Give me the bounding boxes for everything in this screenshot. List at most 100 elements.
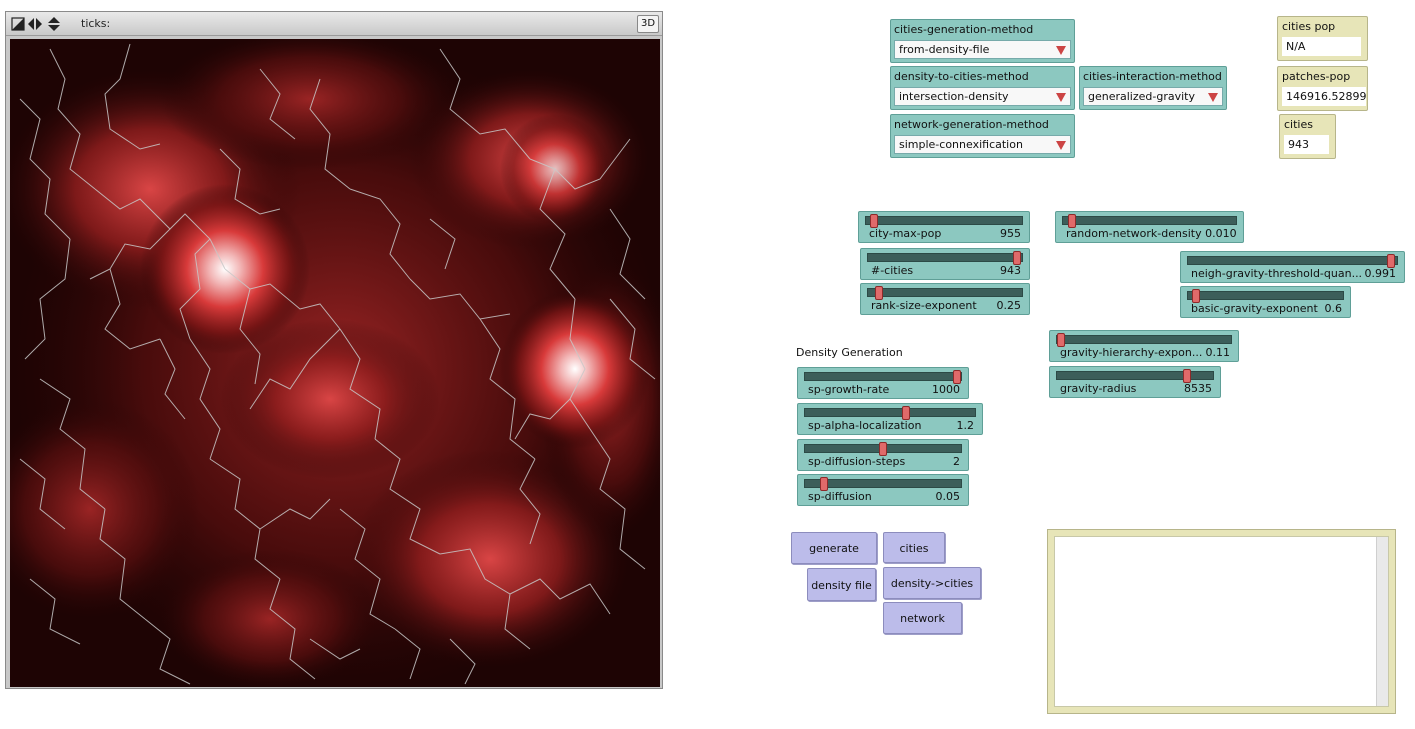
cities-generation-method-chooser[interactable]: cities-generation-method from-density-fi… xyxy=(890,19,1075,63)
view-toolbar: ticks: 3D xyxy=(6,12,662,36)
ticks-label: ticks: xyxy=(81,17,111,30)
monitor-value: 146916.52899 xyxy=(1282,87,1366,106)
slider-track[interactable] xyxy=(1187,289,1344,303)
monitor-label: patches-pop xyxy=(1282,70,1351,83)
slider-track[interactable] xyxy=(804,442,962,456)
slider-thumb[interactable] xyxy=(1387,254,1395,268)
sp-diffusion-steps-slider[interactable]: sp-diffusion-steps 2 xyxy=(797,439,969,471)
chooser-label: density-to-cities-method xyxy=(894,70,1029,83)
vertical-arrows-icon[interactable] xyxy=(47,17,61,31)
chooser-selected-value[interactable]: from-density-file xyxy=(894,40,1071,59)
slider-name: gravity-hierarchy-expon... xyxy=(1060,346,1203,359)
slider-track[interactable] xyxy=(804,406,976,420)
chooser-selected-value[interactable]: intersection-density xyxy=(894,87,1071,106)
cities-button[interactable]: cities xyxy=(883,532,945,563)
slider-value: 0.6 xyxy=(1324,302,1343,315)
slider-thumb[interactable] xyxy=(953,370,961,384)
chooser-label: network-generation-method xyxy=(894,118,1049,131)
neigh-gravity-threshold-slider[interactable]: neigh-gravity-threshold-quan... 0.991 xyxy=(1180,251,1405,283)
output-area xyxy=(1047,529,1396,714)
monitor-value: N/A xyxy=(1282,37,1361,56)
slider-thumb[interactable] xyxy=(820,477,828,491)
density-map xyxy=(10,39,660,687)
slider-thumb[interactable] xyxy=(870,214,878,228)
slider-name: random-network-density 0.010 xyxy=(1066,227,1237,240)
dropdown-arrow-icon[interactable] xyxy=(1056,93,1066,102)
network-generation-method-chooser[interactable]: network-generation-method simple-connexi… xyxy=(890,114,1075,158)
slider-name: sp-growth-rate xyxy=(808,383,890,396)
cities-monitor: cities 943 xyxy=(1279,114,1336,159)
n-cities-slider[interactable]: #-cities 943 xyxy=(860,248,1030,280)
cities-interaction-method-chooser[interactable]: cities-interaction-method generalized-gr… xyxy=(1079,66,1227,110)
sp-growth-rate-slider[interactable]: sp-growth-rate 1000 xyxy=(797,367,969,399)
slider-name: neigh-gravity-threshold-quan... xyxy=(1191,267,1363,280)
dropdown-arrow-icon[interactable] xyxy=(1056,141,1066,150)
output-text-area[interactable] xyxy=(1054,536,1389,707)
slider-value: 943 xyxy=(1000,264,1021,277)
monitor-label: cities pop xyxy=(1282,20,1336,33)
basic-gravity-exponent-slider[interactable]: basic-gravity-exponent 0.6 xyxy=(1180,286,1351,318)
chooser-value-text: generalized-gravity xyxy=(1088,90,1195,103)
dropdown-arrow-icon[interactable] xyxy=(1208,93,1218,102)
resize-icon[interactable] xyxy=(11,17,25,31)
sp-diffusion-slider[interactable]: sp-diffusion 0.05 xyxy=(797,474,969,506)
horizontal-arrows-icon[interactable] xyxy=(28,17,42,31)
cities-pop-monitor: cities pop N/A xyxy=(1277,16,1368,61)
chooser-selected-value[interactable]: generalized-gravity xyxy=(1083,87,1223,106)
slider-thumb[interactable] xyxy=(875,286,883,300)
random-network-density-slider[interactable]: random-network-density 0.010 xyxy=(1055,211,1244,243)
rank-size-exponent-slider[interactable]: rank-size-exponent 0.25 xyxy=(860,283,1030,315)
slider-track[interactable] xyxy=(1187,254,1398,268)
3d-view-button[interactable]: 3D xyxy=(637,15,659,33)
density-file-button[interactable]: density file xyxy=(807,568,876,601)
chooser-value-text: from-density-file xyxy=(899,43,990,56)
network-button[interactable]: network xyxy=(883,602,962,634)
world-canvas[interactable] xyxy=(10,39,660,687)
slider-name: sp-alpha-localization xyxy=(808,419,922,432)
slider-name: sp-diffusion xyxy=(808,490,872,503)
slider-name: gravity-radius xyxy=(1060,382,1137,395)
slider-name: rank-size-exponent xyxy=(871,299,977,312)
slider-value: 955 xyxy=(1000,227,1021,240)
slider-value: 1.2 xyxy=(956,419,975,432)
slider-thumb[interactable] xyxy=(1192,289,1200,303)
slider-name: basic-gravity-exponent xyxy=(1191,302,1318,315)
slider-track[interactable] xyxy=(1062,214,1237,228)
slider-track[interactable] xyxy=(865,214,1023,228)
slider-value: 0.11 xyxy=(1205,346,1231,359)
density-to-cities-method-chooser[interactable]: density-to-cities-method intersection-de… xyxy=(890,66,1075,110)
slider-thumb[interactable] xyxy=(879,442,887,456)
slider-thumb[interactable] xyxy=(1068,214,1076,228)
slider-name: #-cities xyxy=(871,264,914,277)
slider-thumb[interactable] xyxy=(1183,369,1191,383)
slider-value: 0.991 xyxy=(1364,267,1397,280)
sp-alpha-localization-slider[interactable]: sp-alpha-localization 1.2 xyxy=(797,403,983,435)
monitor-label: cities xyxy=(1284,118,1313,131)
chooser-selected-value[interactable]: simple-connexification xyxy=(894,135,1071,154)
slider-name: sp-diffusion-steps xyxy=(808,455,906,468)
city-max-pop-slider[interactable]: city-max-pop 955 xyxy=(858,211,1030,243)
slider-value: 8535 xyxy=(1184,382,1212,395)
patches-pop-monitor: patches-pop 146916.52899 xyxy=(1277,66,1368,111)
density-to-cities-button[interactable]: density->cities xyxy=(883,567,981,599)
chooser-value-text: intersection-density xyxy=(899,90,1009,103)
generate-button[interactable]: generate xyxy=(791,532,877,564)
slider-track[interactable] xyxy=(804,370,962,384)
slider-thumb[interactable] xyxy=(902,406,910,420)
slider-track[interactable] xyxy=(804,477,962,491)
output-scrollbar[interactable] xyxy=(1376,537,1388,706)
slider-track[interactable] xyxy=(1056,333,1232,347)
slider-track[interactable] xyxy=(1056,369,1214,383)
slider-value: 0.05 xyxy=(935,490,961,503)
chooser-value-text: simple-connexification xyxy=(899,138,1023,151)
slider-track[interactable] xyxy=(867,251,1023,265)
slider-thumb[interactable] xyxy=(1013,251,1021,265)
gravity-hierarchy-exponent-slider[interactable]: gravity-hierarchy-expon... 0.11 xyxy=(1049,330,1239,362)
world-view-window: ticks: 3D xyxy=(5,11,663,689)
monitor-value: 943 xyxy=(1284,135,1329,154)
dropdown-arrow-icon[interactable] xyxy=(1056,46,1066,55)
gravity-radius-slider[interactable]: gravity-radius 8535 xyxy=(1049,366,1221,398)
slider-thumb[interactable] xyxy=(1057,333,1065,347)
slider-track[interactable] xyxy=(867,286,1023,300)
chooser-label: cities-interaction-method xyxy=(1083,70,1222,83)
